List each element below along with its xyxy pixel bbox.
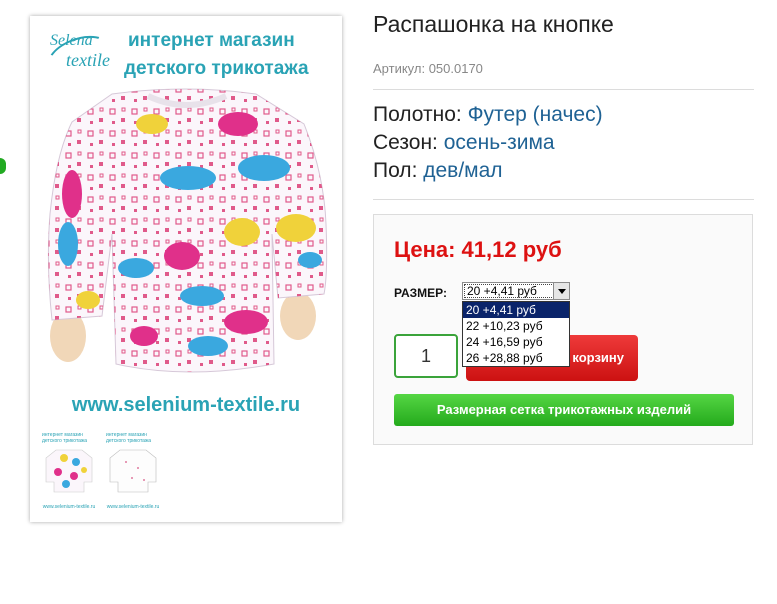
shop-tagline-line1: интернет магазин bbox=[128, 30, 295, 51]
thumbnail-shirt-white bbox=[109, 449, 157, 493]
baby-shirt-illustration bbox=[47, 88, 328, 373]
brand-logo: Selena textile bbox=[41, 27, 124, 87]
thumbnail-2[interactable]: интернет магазин детского трикотажа www.s… bbox=[102, 430, 164, 514]
size-select-value: 20 +4,41 руб bbox=[467, 284, 537, 298]
divider bbox=[373, 199, 754, 200]
price: Цена: 41,12 руб bbox=[394, 237, 562, 262]
thumbnail-shirt-colored bbox=[45, 449, 93, 493]
thumbnail-caption-line2: детского трикотажа bbox=[42, 438, 88, 444]
brand-logo-line1: Selena bbox=[50, 32, 93, 49]
product-gallery: Selena textile интернет магазин детского… bbox=[30, 16, 342, 522]
attribute-label: Полотно: bbox=[373, 103, 462, 126]
size-dropdown-list: 20 +4,41 руб 22 +10,23 руб 24 +16,59 руб… bbox=[462, 301, 570, 367]
size-option[interactable]: 26 +28,88 руб bbox=[463, 350, 569, 366]
thumbnail-caption-line2: детского трикотажа bbox=[106, 438, 152, 444]
thumbnail-url: www.selenium-textile.ru bbox=[106, 504, 160, 510]
attribute-season: Сезон: осень-зима bbox=[373, 131, 555, 155]
attribute-label: Сезон: bbox=[373, 131, 438, 154]
shop-tagline-line2: детского трикотажа bbox=[124, 58, 309, 79]
attribute-value-link[interactable]: дев/мал bbox=[423, 159, 502, 182]
size-chart-button[interactable]: Размерная сетка трикотажных изделий bbox=[394, 394, 734, 426]
product-title: Распашонка на кнопке bbox=[373, 11, 614, 37]
attribute-gender: Пол: дев/мал bbox=[373, 159, 503, 183]
size-option[interactable]: 24 +16,59 руб bbox=[463, 334, 569, 350]
purchase-panel: Цена: 41,12 руб РАЗМЕР: 20 +4,41 руб 20 … bbox=[373, 214, 753, 445]
thumbnail-1[interactable]: интернет магазин детского трикотажа www.s… bbox=[38, 430, 100, 514]
edge-indicator bbox=[0, 158, 6, 174]
attribute-value-link[interactable]: Футер (начес) bbox=[468, 103, 603, 126]
shop-website-url: www.selenium-textile.ru bbox=[71, 394, 301, 416]
size-select[interactable]: 20 +4,41 руб bbox=[462, 282, 570, 300]
product-sku: Артикул: 050.0170 bbox=[373, 61, 483, 76]
chevron-down-icon[interactable] bbox=[553, 283, 569, 299]
divider bbox=[373, 89, 754, 90]
size-option[interactable]: 22 +10,23 руб bbox=[463, 318, 569, 334]
brand-logo-line2: textile bbox=[66, 50, 110, 70]
size-option[interactable]: 20 +4,41 руб bbox=[463, 302, 569, 318]
attribute-label: Пол: bbox=[373, 159, 418, 182]
thumbnail-url: www.selenium-textile.ru bbox=[42, 504, 96, 510]
product-main-image[interactable]: Selena textile интернет магазин детского… bbox=[38, 22, 334, 432]
attribute-fabric: Полотно: Футер (начес) bbox=[373, 103, 603, 127]
quantity-input[interactable]: 1 bbox=[394, 334, 458, 378]
size-label: РАЗМЕР: bbox=[394, 286, 447, 300]
attribute-value-link[interactable]: осень-зима bbox=[444, 131, 555, 154]
